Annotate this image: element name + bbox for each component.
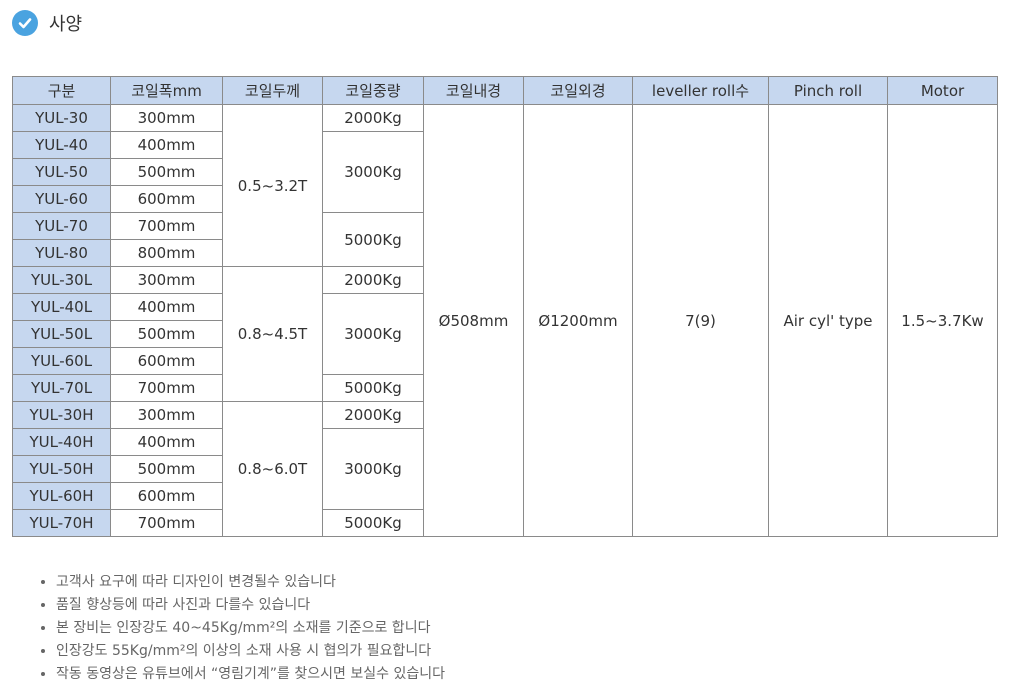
model-cell: YUL-70 bbox=[12, 212, 111, 240]
width-cell: 300mm bbox=[110, 104, 223, 132]
list-item: 고객사 요구에 따라 디자인이 변경될수 있습니다 bbox=[56, 571, 445, 594]
width-cell: 600mm bbox=[110, 185, 223, 213]
inner-diameter-cell: Ø508mm bbox=[423, 104, 524, 537]
model-cell: YUL-70H bbox=[12, 509, 111, 537]
section-title: 사양 bbox=[49, 14, 83, 35]
header-cell: 코일내경 bbox=[423, 76, 524, 105]
header-cell: Motor bbox=[887, 76, 998, 105]
width-cell: 500mm bbox=[110, 158, 223, 186]
weight-cell: 2000Kg bbox=[322, 401, 424, 429]
model-cell: YUL-30H bbox=[12, 401, 111, 429]
spec-table: 구분 코일폭mm 코일두께 코일중량 코일내경 코일외경 leveller ro… bbox=[12, 76, 998, 537]
weight-cell: 3000Kg bbox=[322, 131, 424, 213]
list-item: 인장강도 55Kg/mm²의 이상의 소재 사용 시 협의가 필요합니다 bbox=[56, 640, 445, 663]
model-cell: YUL-80 bbox=[12, 239, 111, 267]
check-circle-icon bbox=[12, 10, 38, 36]
list-item: 품질 향상등에 따라 사진과 다를수 있습니다 bbox=[56, 594, 445, 617]
model-cell: YUL-60L bbox=[12, 347, 111, 375]
width-cell: 800mm bbox=[110, 239, 223, 267]
model-cell: YUL-50L bbox=[12, 320, 111, 348]
table-header-row: 구분 코일폭mm 코일두께 코일중량 코일내경 코일외경 leveller ro… bbox=[12, 76, 998, 105]
weight-cell: 2000Kg bbox=[322, 266, 424, 294]
width-cell: 500mm bbox=[110, 455, 223, 483]
list-item: 작동 동영상은 유튜브에서 “영림기계”를 찾으시면 보실수 있습니다 bbox=[56, 663, 445, 686]
weight-cell: 2000Kg bbox=[322, 104, 424, 132]
width-cell: 700mm bbox=[110, 509, 223, 537]
width-cell: 300mm bbox=[110, 401, 223, 429]
width-cell: 600mm bbox=[110, 482, 223, 510]
width-cell: 300mm bbox=[110, 266, 223, 294]
header-cell: 구분 bbox=[12, 76, 111, 105]
model-cell: YUL-40L bbox=[12, 293, 111, 321]
model-cell: YUL-40 bbox=[12, 131, 111, 159]
header-cell: leveller roll수 bbox=[632, 76, 769, 105]
list-item: 본 장비는 인장강도 40~45Kg/mm²의 소재를 기준으로 합니다 bbox=[56, 617, 445, 640]
motor-cell: 1.5~3.7Kw bbox=[887, 104, 998, 537]
width-cell: 700mm bbox=[110, 374, 223, 402]
width-cell: 400mm bbox=[110, 428, 223, 456]
width-cell: 500mm bbox=[110, 320, 223, 348]
width-cell: 700mm bbox=[110, 212, 223, 240]
thickness-cell: 0.8~4.5T bbox=[222, 266, 323, 402]
model-cell: YUL-40H bbox=[12, 428, 111, 456]
model-cell: YUL-60H bbox=[12, 482, 111, 510]
header-cell: Pinch roll bbox=[768, 76, 888, 105]
header-cell: 코일중량 bbox=[322, 76, 424, 105]
pinch-roll-cell: Air cyl' type bbox=[768, 104, 888, 537]
header-cell: 코일두께 bbox=[222, 76, 323, 105]
model-cell: YUL-30 bbox=[12, 104, 111, 132]
model-cell: YUL-50 bbox=[12, 158, 111, 186]
table-row: YUL-30 300mm 0.5~3.2T 2000Kg Ø508mm Ø120… bbox=[12, 104, 998, 537]
thickness-cell: 0.8~6.0T bbox=[222, 401, 323, 537]
model-cell: YUL-70L bbox=[12, 374, 111, 402]
section-header: 사양 bbox=[12, 9, 82, 37]
leveller-rolls-cell: 7(9) bbox=[632, 104, 769, 537]
model-cell: YUL-30L bbox=[12, 266, 111, 294]
outer-diameter-cell: Ø1200mm bbox=[523, 104, 633, 537]
weight-cell: 5000Kg bbox=[322, 212, 424, 267]
weight-cell: 5000Kg bbox=[322, 374, 424, 402]
header-cell: 코일폭mm bbox=[110, 76, 223, 105]
width-cell: 400mm bbox=[110, 131, 223, 159]
weight-cell: 5000Kg bbox=[322, 509, 424, 537]
width-cell: 600mm bbox=[110, 347, 223, 375]
model-cell: YUL-60 bbox=[12, 185, 111, 213]
width-cell: 400mm bbox=[110, 293, 223, 321]
notes-list: 고객사 요구에 따라 디자인이 변경될수 있습니다 품질 향상등에 따라 사진과… bbox=[40, 571, 445, 686]
weight-cell: 3000Kg bbox=[322, 428, 424, 510]
weight-cell: 3000Kg bbox=[322, 293, 424, 375]
thickness-cell: 0.5~3.2T bbox=[222, 104, 323, 267]
model-cell: YUL-50H bbox=[12, 455, 111, 483]
header-cell: 코일외경 bbox=[523, 76, 633, 105]
